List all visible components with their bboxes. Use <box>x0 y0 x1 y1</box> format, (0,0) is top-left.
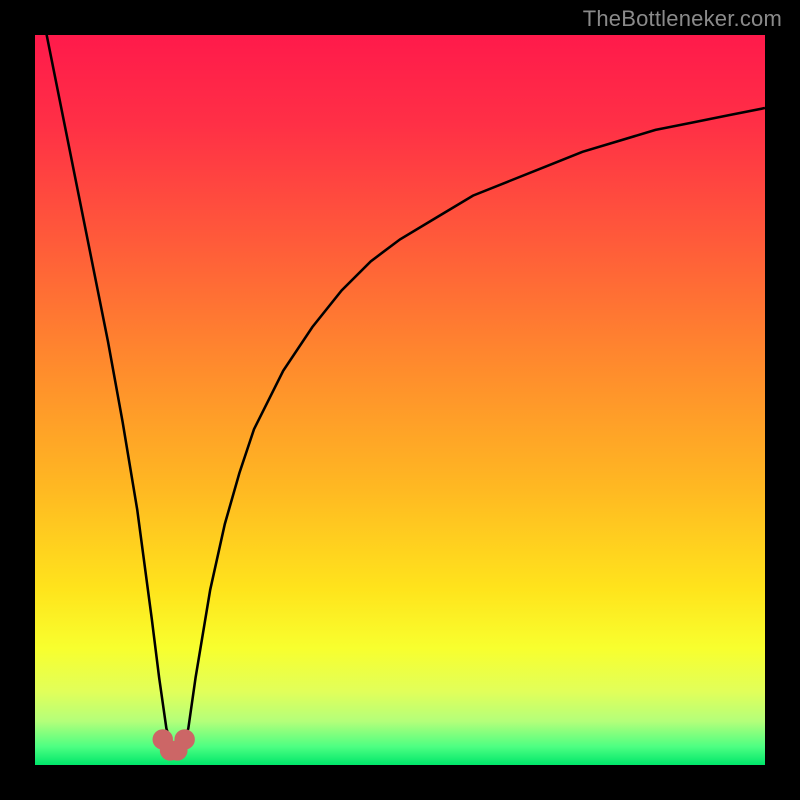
minimum-markers <box>153 729 195 760</box>
bottleneck-curve <box>35 35 765 750</box>
bottleneck-curve-svg <box>35 35 765 765</box>
watermark-text: TheBottleneker.com <box>583 6 782 32</box>
chart-frame: TheBottleneker.com <box>0 0 800 800</box>
plot-area <box>35 35 765 765</box>
minimum-marker <box>174 729 194 749</box>
